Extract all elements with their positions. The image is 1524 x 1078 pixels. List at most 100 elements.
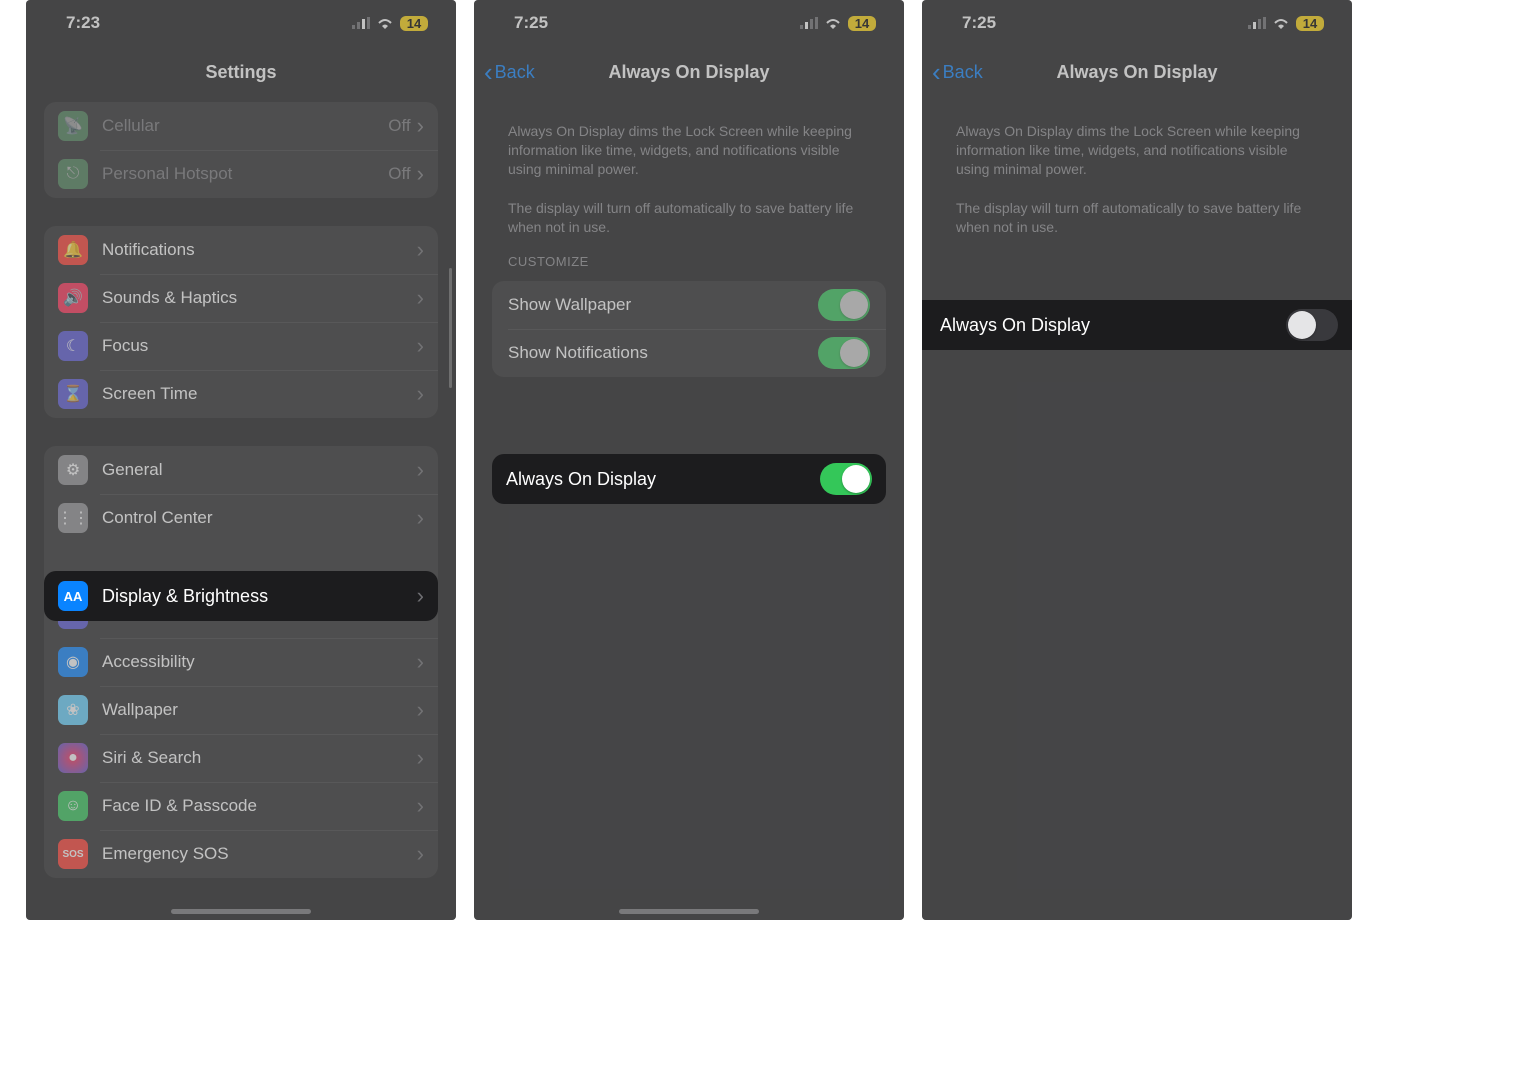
row-wallpaper[interactable]: ❀ Wallpaper › <box>44 686 438 734</box>
row-display-brightness[interactable]: AA Display & Brightness › <box>44 571 438 621</box>
back-button[interactable]: ‹ Back <box>932 46 983 98</box>
chevron-right-icon: › <box>417 505 424 531</box>
row-personal-hotspot[interactable]: ⎋ Personal Hotspot Off › <box>44 150 438 198</box>
status-bar: 7:25 14 <box>474 0 904 46</box>
group-general: ⚙ General › ⋮⋮ Control Center › . ▦ Home… <box>44 446 438 878</box>
row-siri-search[interactable]: ● Siri & Search › <box>44 734 438 782</box>
row-show-notifications[interactable]: Show Notifications <box>492 329 886 377</box>
hotspot-icon: ⎋ <box>58 159 88 189</box>
row-label: Wallpaper <box>102 700 417 720</box>
status-right: 14 <box>800 16 876 31</box>
status-bar: 7:23 14 <box>26 0 456 46</box>
home-indicator[interactable] <box>619 909 759 914</box>
phone-aod-on: 7:25 14 ‹ Back Always On Display Always … <box>474 0 904 920</box>
status-right: 14 <box>352 16 428 31</box>
battery-level-icon: 14 <box>1296 16 1324 31</box>
group-notifications: 🔔 Notifications › 🔊 Sounds & Haptics › ☾… <box>44 226 438 418</box>
row-sounds-haptics[interactable]: 🔊 Sounds & Haptics › <box>44 274 438 322</box>
face-icon: ☺ <box>58 791 88 821</box>
cellular-signal-icon <box>1248 17 1266 29</box>
back-button[interactable]: ‹ Back <box>484 46 535 98</box>
group-network: 📡 Cellular Off › ⎋ Personal Hotspot Off … <box>44 102 438 198</box>
chevron-right-icon: › <box>417 583 424 609</box>
row-screen-time[interactable]: ⌛ Screen Time › <box>44 370 438 418</box>
phone-settings: 7:23 14 Settings 📡 Cellular Off › ⎋ Pers… <box>26 0 456 920</box>
row-faceid-passcode[interactable]: ☺ Face ID & Passcode › <box>44 782 438 830</box>
customize-list: Show Wallpaper Show Notifications <box>492 281 886 377</box>
row-label: General <box>102 460 417 480</box>
aod-description-1: Always On Display dims the Lock Screen w… <box>474 122 904 179</box>
row-accessibility[interactable]: ◉ Accessibility › <box>44 638 438 686</box>
chevron-right-icon: › <box>417 381 424 407</box>
nav-bar: ‹ Back Always On Display <box>922 46 1352 98</box>
wifi-icon <box>1272 17 1290 30</box>
hourglass-icon: ⌛ <box>58 379 88 409</box>
chevron-right-icon: › <box>417 745 424 771</box>
row-label: Always On Display <box>936 315 1286 336</box>
wifi-icon <box>824 17 842 30</box>
page-title: Settings <box>205 62 276 83</box>
section-customize: CUSTOMIZE <box>474 236 904 275</box>
aod-scroll[interactable]: Always On Display dims the Lock Screen w… <box>474 98 904 920</box>
nav-bar: ‹ Back Always On Display <box>474 46 904 98</box>
row-label: Cellular <box>102 116 388 136</box>
chevron-right-icon: › <box>417 649 424 675</box>
text-size-icon: AA <box>58 581 88 611</box>
row-label: Display & Brightness <box>102 586 417 607</box>
toggle-show-wallpaper[interactable] <box>818 289 870 321</box>
chevron-right-icon: › <box>417 841 424 867</box>
siri-icon: ● <box>58 743 88 773</box>
row-control-center[interactable]: ⋮⋮ Control Center › <box>44 494 438 542</box>
row-notifications[interactable]: 🔔 Notifications › <box>44 226 438 274</box>
row-label: Show Notifications <box>508 343 648 363</box>
row-always-on-display[interactable]: Always On Display <box>922 300 1352 350</box>
home-indicator[interactable] <box>171 909 311 914</box>
chevron-right-icon: › <box>417 333 424 359</box>
flower-icon: ❀ <box>58 695 88 725</box>
row-label: Control Center <box>102 508 417 528</box>
row-label: Emergency SOS <box>102 844 417 864</box>
nav-bar: Settings <box>26 46 456 98</box>
battery-level-icon: 14 <box>848 16 876 31</box>
toggle-always-on-display[interactable] <box>820 463 872 495</box>
chevron-right-icon: › <box>417 161 424 187</box>
row-general[interactable]: ⚙ General › <box>44 446 438 494</box>
row-always-on-display[interactable]: Always On Display <box>492 454 886 504</box>
status-right: 14 <box>1248 16 1324 31</box>
row-show-wallpaper[interactable]: Show Wallpaper <box>492 281 886 329</box>
wifi-icon <box>376 17 394 30</box>
chevron-right-icon: › <box>417 285 424 311</box>
scrollbar[interactable] <box>449 268 452 388</box>
back-label: Back <box>495 62 535 83</box>
aod-scroll[interactable]: Always On Display dims the Lock Screen w… <box>922 98 1352 920</box>
cellular-signal-icon <box>352 17 370 29</box>
phone-aod-off: 7:25 14 ‹ Back Always On Display Always … <box>922 0 1352 920</box>
aod-description-2: The display will turn off automatically … <box>922 199 1352 237</box>
settings-scroll[interactable]: 📡 Cellular Off › ⎋ Personal Hotspot Off … <box>26 98 456 920</box>
battery-level-icon: 14 <box>400 16 428 31</box>
chevron-right-icon: › <box>417 237 424 263</box>
row-label: Accessibility <box>102 652 417 672</box>
chevron-left-icon: ‹ <box>484 59 493 85</box>
row-label: Always On Display <box>506 469 820 490</box>
chevron-right-icon: › <box>417 113 424 139</box>
chevron-right-icon: › <box>417 457 424 483</box>
sos-icon: SOS <box>58 839 88 869</box>
row-focus[interactable]: ☾ Focus › <box>44 322 438 370</box>
row-label: Personal Hotspot <box>102 164 388 184</box>
page-title: Always On Display <box>608 62 769 83</box>
row-label: Show Wallpaper <box>508 295 631 315</box>
row-label: Face ID & Passcode <box>102 796 417 816</box>
row-label: Screen Time <box>102 384 417 404</box>
chevron-right-icon: › <box>417 793 424 819</box>
row-label: Sounds & Haptics <box>102 288 417 308</box>
page-title: Always On Display <box>1056 62 1217 83</box>
row-cellular[interactable]: 📡 Cellular Off › <box>44 102 438 150</box>
toggle-always-on-display[interactable] <box>1286 309 1338 341</box>
row-value: Off <box>388 164 410 184</box>
row-label: Notifications <box>102 240 417 260</box>
aod-description-2: The display will turn off automatically … <box>474 199 904 237</box>
chevron-right-icon: › <box>417 697 424 723</box>
row-emergency-sos[interactable]: SOS Emergency SOS › <box>44 830 438 878</box>
toggle-show-notifications[interactable] <box>818 337 870 369</box>
